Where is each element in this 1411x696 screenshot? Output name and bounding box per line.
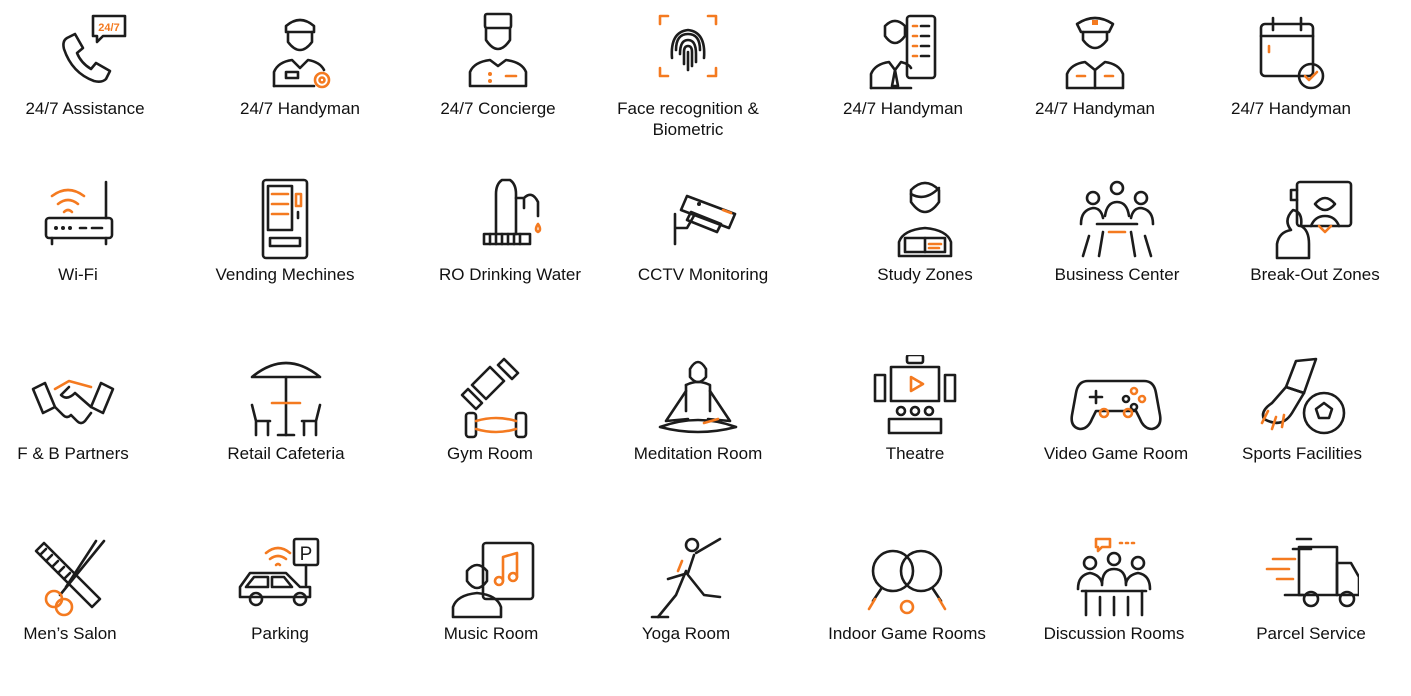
student-reading-icon: [877, 176, 973, 264]
amenity-discussion-rooms: Discussion Rooms: [1019, 535, 1209, 644]
amenity-yoga-room: Yoga Room: [591, 535, 781, 644]
amenity-theatre: Theatre: [820, 355, 1010, 464]
meeting-table-icon: [1069, 176, 1165, 264]
amenity-vending-machines: Vending Mechines: [190, 176, 380, 285]
amenity-ro-water: RO Drinking Water: [415, 176, 605, 285]
amenity-business-center: Business Center: [1022, 176, 1212, 285]
amenity-break-out-zones: Break-Out Zones: [1220, 176, 1410, 285]
amenity-label: Indoor Game Rooms: [828, 624, 986, 643]
amenity-indoor-game-rooms: Indoor Game Rooms: [812, 535, 1002, 644]
amenity-mens-salon: Men’s Salon: [0, 535, 165, 644]
concierge-icon: [450, 10, 546, 98]
discussion-group-icon: [1066, 535, 1162, 623]
amenity-label: F & B Partners: [17, 444, 129, 463]
amenity-label: Video Game Room: [1043, 444, 1189, 463]
handyman-gear-icon: [252, 10, 348, 98]
amenity-fb-partners: F & B Partners: [0, 355, 168, 464]
security-guard-icon: [1047, 10, 1143, 98]
amenity-label: Break-Out Zones: [1250, 265, 1380, 284]
amenity-24-7-handyman-2: 24/7 Handyman: [808, 10, 998, 119]
vending-machine-icon: [237, 176, 333, 264]
amenity-gym-room: Gym Room: [395, 355, 585, 464]
amenity-24-7-handyman-3: 24/7 Handyman: [1000, 10, 1190, 119]
amenity-label: Gym Room: [447, 444, 533, 463]
cctv-camera-icon: [655, 176, 751, 264]
amenity-label: Yoga Room: [641, 624, 731, 643]
amenity-label: Vending Mechines: [215, 265, 355, 284]
amenity-label: Parking: [251, 624, 309, 643]
amenity-label: Men’s Salon: [23, 624, 117, 643]
amenity-label: 24/7 Concierge: [440, 99, 556, 118]
amenity-24-7-assistance: 24/7 24/7 Assistance: [0, 10, 180, 119]
amenity-24-7-concierge: 24/7 Concierge: [403, 10, 593, 119]
amenity-face-recognition: Face recognition & Biometric: [593, 10, 783, 140]
amenity-wifi: Wi-Fi: [0, 176, 173, 285]
amenity-label: 24/7 Handyman: [1034, 99, 1156, 118]
amenity-video-game-room: Video Game Room: [1021, 355, 1211, 464]
amenity-label: Meditation Room: [633, 444, 763, 463]
amenity-sports-facilities: Sports Facilities: [1207, 355, 1397, 464]
dumbbell-icon: [442, 355, 538, 443]
cafe-table-umbrella-icon: [238, 355, 334, 443]
amenity-label: Sports Facilities: [1242, 444, 1362, 463]
music-lesson-icon: [443, 535, 539, 623]
meditation-icon: [650, 355, 746, 443]
amenity-retail-cafeteria: Retail Cafeteria: [191, 355, 381, 464]
amenity-label: RO Drinking Water: [438, 265, 581, 284]
amenity-label: Wi-Fi: [58, 265, 98, 284]
wifi-router-icon: [30, 176, 126, 264]
amenity-music-room: Music Room: [396, 535, 586, 644]
water-purifier-icon: [462, 176, 558, 264]
phone-24-7-icon: 24/7: [37, 10, 133, 98]
amenity-24-7-handyman: 24/7 Handyman: [205, 10, 395, 119]
amenity-parcel-service: Parcel Service: [1216, 535, 1406, 644]
calendar-check-icon: [1243, 10, 1339, 98]
amenity-study-zones: Study Zones: [830, 176, 1020, 285]
delivery-truck-icon: [1263, 535, 1359, 623]
video-call-icon: [1267, 176, 1363, 264]
amenity-label: 24/7 Assistance: [25, 99, 145, 118]
amenity-label: Face recognition & Biometric: [617, 99, 759, 139]
football-shoe-icon: [1254, 355, 1350, 443]
amenity-cctv: CCTV Monitoring: [608, 176, 798, 285]
amenity-label: Theatre: [885, 444, 945, 463]
amenity-label: 24/7 Handyman: [1230, 99, 1352, 118]
svg-text:P: P: [300, 544, 313, 565]
car-parking-icon: P: [232, 535, 328, 623]
amenity-label: Discussion Rooms: [1043, 624, 1185, 643]
amenity-24-7-handyman-4: 24/7 Handyman: [1196, 10, 1386, 119]
svg-text:24/7: 24/7: [98, 22, 119, 34]
amenity-label: CCTV Monitoring: [637, 265, 769, 284]
amenity-parking: P Parking: [185, 535, 375, 644]
comb-scissors-icon: [22, 535, 118, 623]
amenity-label: Business Center: [1054, 265, 1180, 284]
table-tennis-icon: [859, 535, 955, 623]
amenity-label: Music Room: [443, 624, 539, 643]
fingerprint-scan-icon: [640, 10, 736, 98]
handshake-icon: [25, 355, 121, 443]
amenity-label: 24/7 Handyman: [842, 99, 964, 118]
manager-checklist-icon: [855, 10, 951, 98]
amenity-label: Parcel Service: [1256, 624, 1366, 643]
amenity-label: Retail Cafeteria: [227, 444, 345, 463]
amenity-label: 24/7 Handyman: [239, 99, 361, 118]
amenity-label: Study Zones: [877, 265, 973, 284]
amenity-meditation-room: Meditation Room: [603, 355, 793, 464]
gamepad-icon: [1068, 355, 1164, 443]
yoga-pose-icon: [638, 535, 734, 623]
theatre-screen-icon: [867, 355, 963, 443]
